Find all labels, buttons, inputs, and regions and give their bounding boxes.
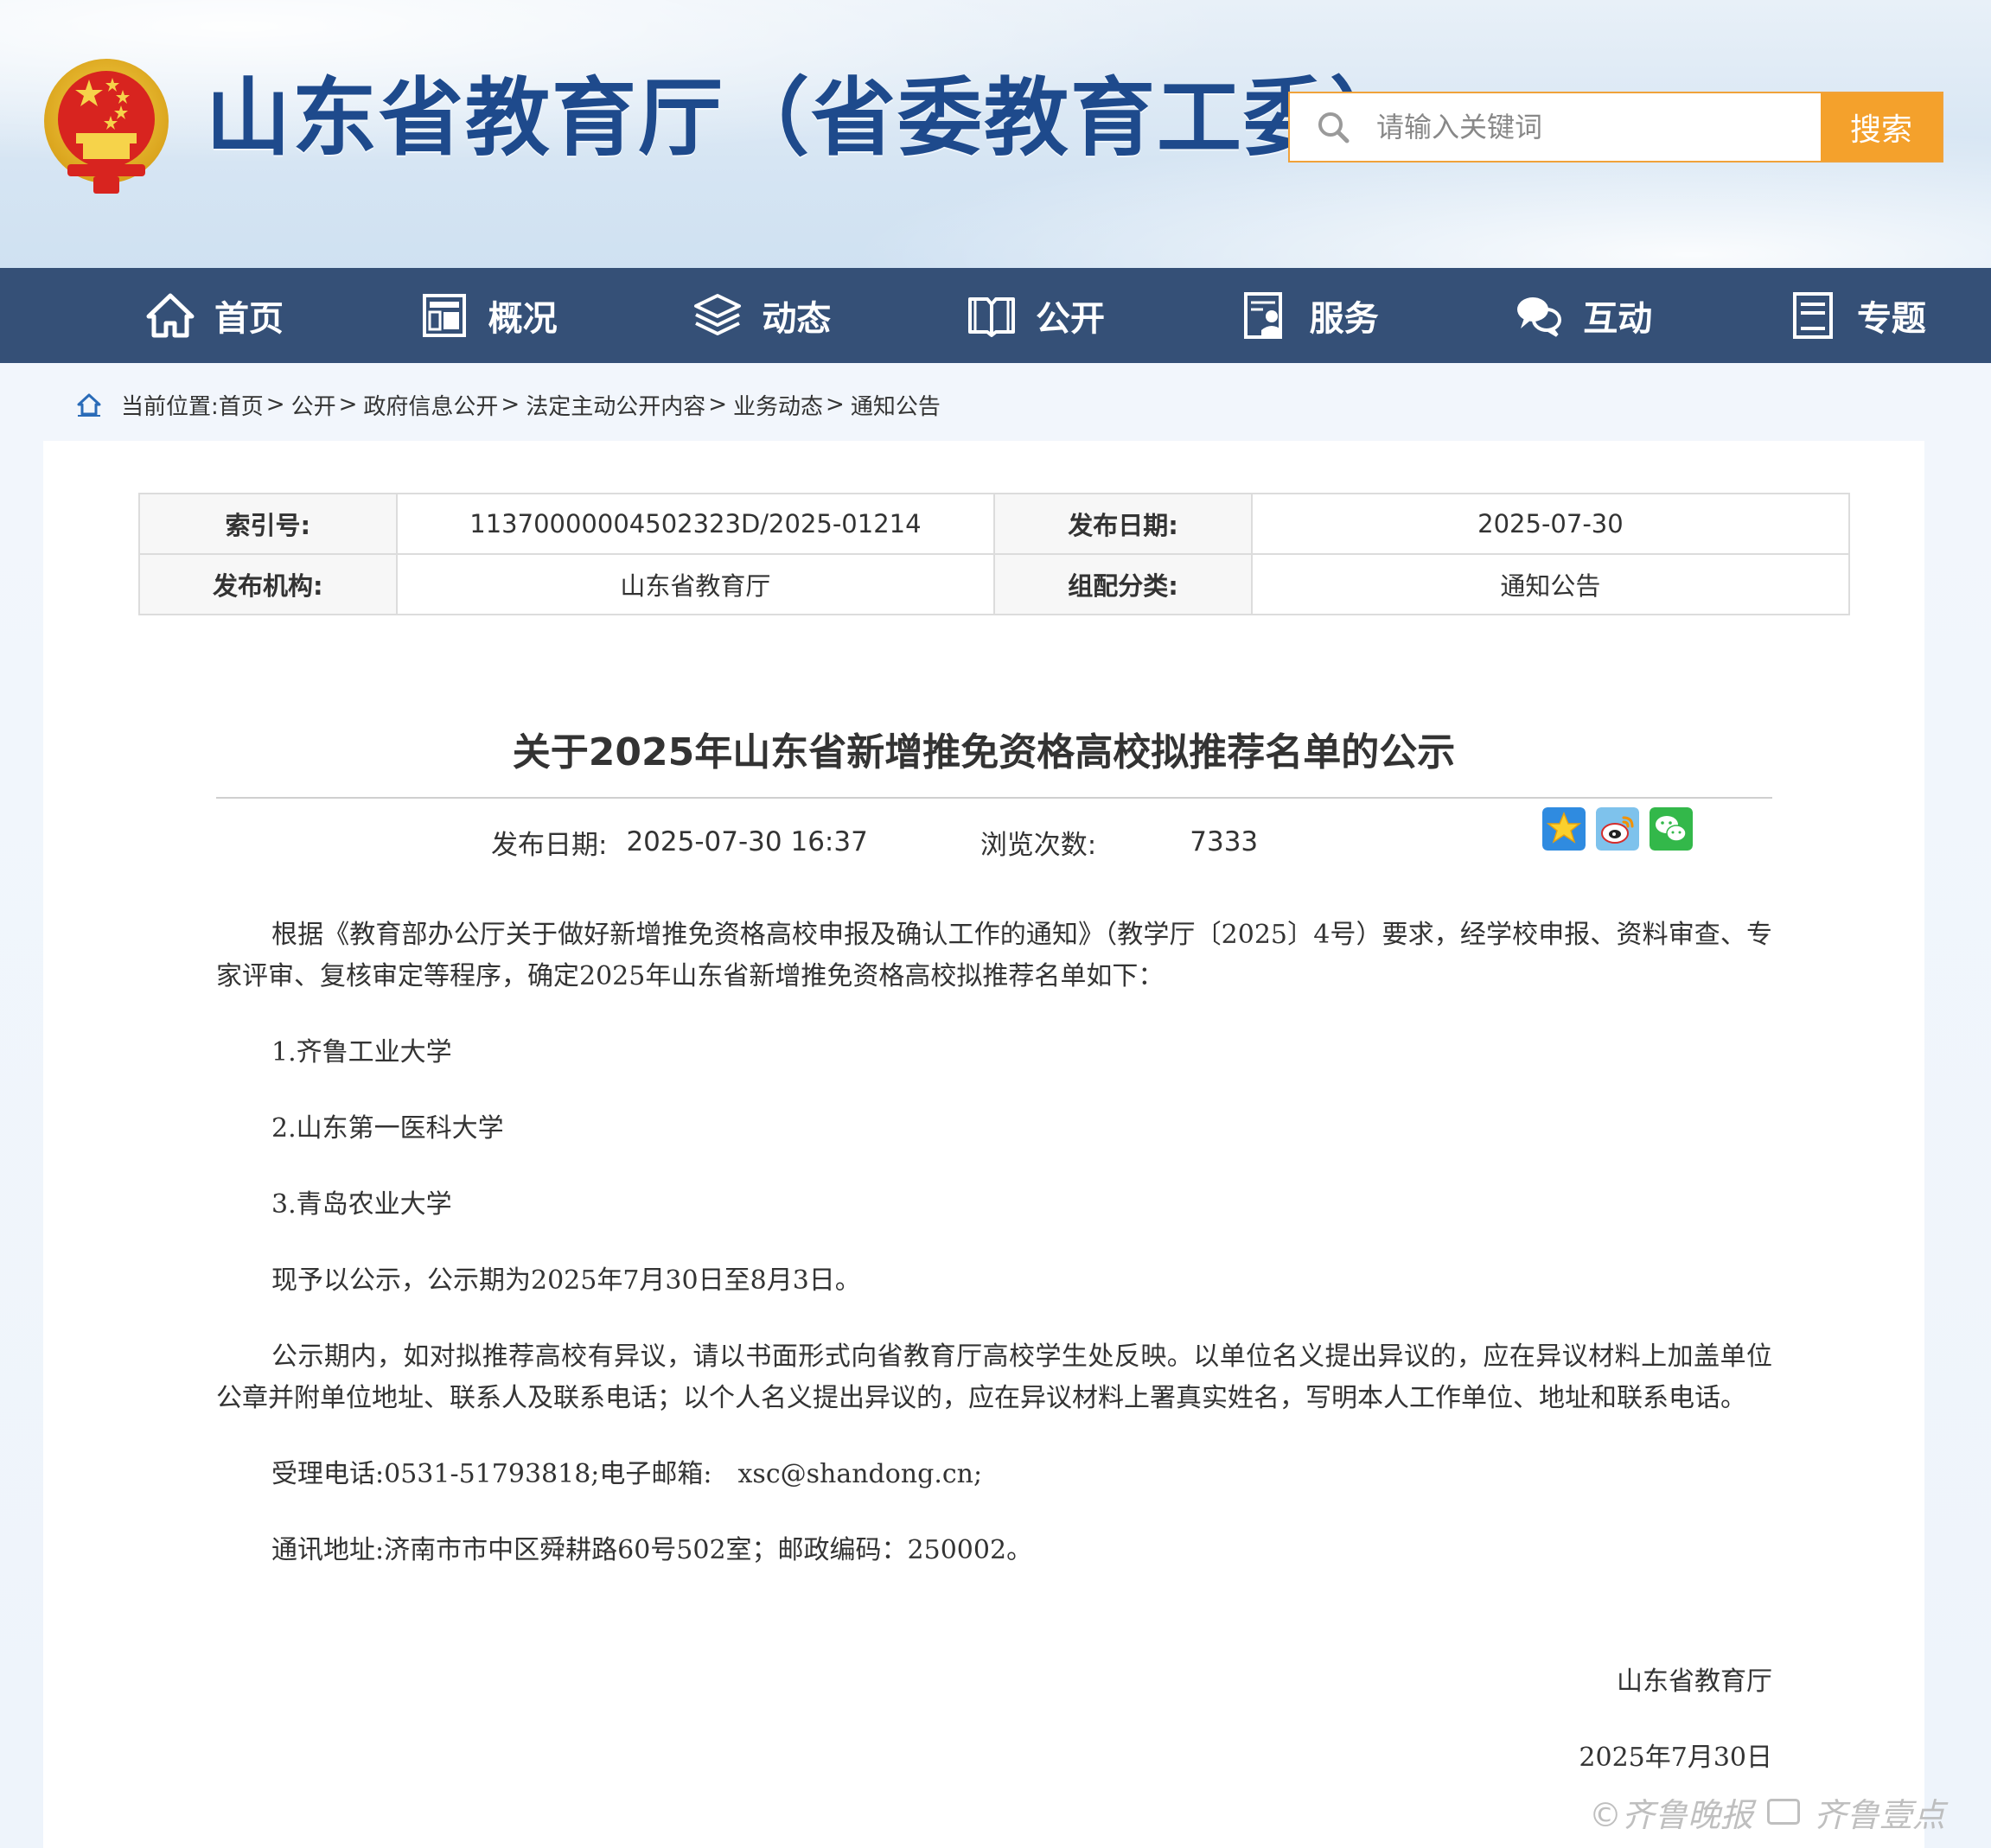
- site-header: 山东省教育厅（省委教育工委） 搜索: [0, 0, 1991, 268]
- breadcrumb-separator: >: [265, 392, 285, 417]
- article-meta: 发布日期: 2025-07-30 16:37 浏览次数: 7333: [491, 818, 1258, 866]
- publish-date-label: 发布日期:: [993, 493, 1253, 555]
- org-value: 山东省教育厅: [395, 553, 996, 615]
- layers-icon: [694, 294, 742, 335]
- list-item: 2.山东第一医科大学: [271, 1113, 504, 1144]
- breadcrumb-prefix: 当前位置:: [121, 393, 219, 420]
- table-row: 索引号: 11370000004502323D/2025-01214 发布日期:…: [138, 493, 1851, 555]
- nav-item-overview[interactable]: 概况: [419, 268, 558, 363]
- org-label: 发布机构:: [138, 553, 398, 615]
- nav-item-label: 互动: [1583, 299, 1653, 339]
- meta-table: 索引号: 11370000004502323D/2025-01214 发布日期:…: [138, 493, 1851, 615]
- breadcrumb-home[interactable]: 首页: [219, 389, 264, 421]
- category-value: 通知公告: [1250, 553, 1851, 615]
- list-item: 1.齐鲁工业大学: [271, 1037, 452, 1067]
- article-date-value: 2025-07-30 16:37: [626, 826, 868, 857]
- breadcrumb-statutory[interactable]: 法定主动公开内容: [526, 389, 705, 421]
- nav-item-label: 概况: [488, 299, 558, 339]
- nav-item-label: 公开: [1035, 299, 1105, 339]
- service-icon: [1243, 292, 1282, 339]
- signature-date: 2025年7月30日: [1579, 1743, 1772, 1773]
- views-value: 7333: [1190, 826, 1259, 857]
- breadcrumb-gov-info[interactable]: 政府信息公开: [363, 389, 498, 421]
- article-title: 关于2025年山东省新增推免资格高校拟推荐名单的公示: [512, 730, 1456, 774]
- nav-item-label: 动态: [762, 299, 832, 339]
- content-panel: 索引号: 11370000004502323D/2025-01214 发布日期:…: [43, 441, 1924, 1848]
- search-button[interactable]: 搜索: [1821, 93, 1942, 161]
- share-buttons: [1542, 807, 1693, 851]
- search-box: 搜索: [1288, 92, 1943, 162]
- breadcrumb-open[interactable]: 公开: [291, 389, 336, 421]
- contact-phone-email: 受理电话:0531-51793818;电子邮箱: xsc@shandong.cn…: [271, 1459, 983, 1489]
- article-date-label: 发布日期:: [491, 829, 608, 861]
- qzone-share-icon[interactable]: [1542, 807, 1586, 851]
- nav-item-service[interactable]: 服务: [1241, 268, 1379, 363]
- topic-icon: [1792, 292, 1833, 339]
- nav-item-label: 专题: [1856, 299, 1926, 339]
- category-label: 组配分类:: [993, 553, 1253, 615]
- breadcrumb-notices[interactable]: 通知公告: [851, 389, 941, 421]
- title-divider: [216, 797, 1772, 799]
- overview-icon: [422, 294, 466, 337]
- watermark-text: ©齐鲁晚报: [1589, 1795, 1754, 1834]
- breadcrumb: 当前位置: 首页 > 公开 > 政府信息公开 > 法定主动公开内容 > 业务动态 > 通知…: [76, 387, 941, 422]
- breadcrumb-separator: >: [501, 392, 520, 417]
- home-icon: [77, 393, 101, 417]
- contact-address: 通讯地址:济南市市中区舜耕路60号502室；邮政编码：250002。: [271, 1535, 1033, 1565]
- nav-item-interact[interactable]: 互动: [1514, 268, 1652, 363]
- national-emblem-icon[interactable]: [41, 54, 171, 199]
- breadcrumb-business-news[interactable]: 业务动态: [733, 389, 823, 421]
- search-input[interactable]: [1376, 93, 1821, 161]
- paragraph: 根据《教育部办公厅关于做好新增推免资格高校申报及确认工作的通知》（教学厅〔202…: [216, 920, 1772, 991]
- paragraph: 公示期内，如对拟推荐高校有异议，请以书面形式向省教育厅高校学生处反映。以单位名义…: [216, 1341, 1772, 1413]
- publish-date-value: 2025-07-30: [1250, 493, 1851, 555]
- nav-item-label: 服务: [1309, 299, 1379, 339]
- article-body: 根据《教育部办公厅关于做好新增推免资格高校申报及确认工作的通知》（教学厅〔202…: [216, 914, 1772, 1606]
- nav-item-news[interactable]: 动态: [692, 268, 831, 363]
- site-title[interactable]: 山东省教育厅（省委教育工委）: [206, 71, 1416, 166]
- main-nav: 首页 概况 动态 公开 服务 互动 专题: [0, 268, 1991, 363]
- list-item: 3.青岛农业大学: [271, 1189, 452, 1220]
- watermark: ©齐鲁晚报 齐鲁壹点: [1589, 1786, 1945, 1838]
- views-label: 浏览次数:: [980, 829, 1097, 861]
- nav-item-label: 首页: [214, 299, 284, 339]
- search-icon: [1290, 93, 1376, 161]
- book-icon: [967, 297, 1015, 337]
- nav-item-topic[interactable]: 专题: [1788, 268, 1926, 363]
- breadcrumb-separator: >: [708, 392, 728, 417]
- table-row: 发布机构: 山东省教育厅 组配分类: 通知公告: [138, 553, 1851, 615]
- paragraph: 现予以公示，公示期为2025年7月30日至8月3日。: [271, 1265, 861, 1296]
- breadcrumb-separator: >: [826, 392, 845, 417]
- chat-icon: [1517, 297, 1562, 337]
- home-icon: [146, 293, 195, 338]
- wechat-share-icon[interactable]: [1650, 807, 1693, 851]
- index-label: 索引号:: [138, 493, 398, 555]
- nav-item-home[interactable]: 首页: [145, 268, 284, 363]
- weibo-share-icon[interactable]: [1596, 807, 1639, 851]
- nav-item-open[interactable]: 公开: [967, 268, 1105, 363]
- index-value: 11370000004502323D/2025-01214: [395, 493, 996, 555]
- watermark-logo-icon: [1767, 1799, 1801, 1825]
- watermark-text: 齐鲁壹点: [1814, 1795, 1946, 1834]
- breadcrumb-separator: >: [338, 392, 358, 417]
- signature-org: 山东省教育厅: [1617, 1666, 1772, 1697]
